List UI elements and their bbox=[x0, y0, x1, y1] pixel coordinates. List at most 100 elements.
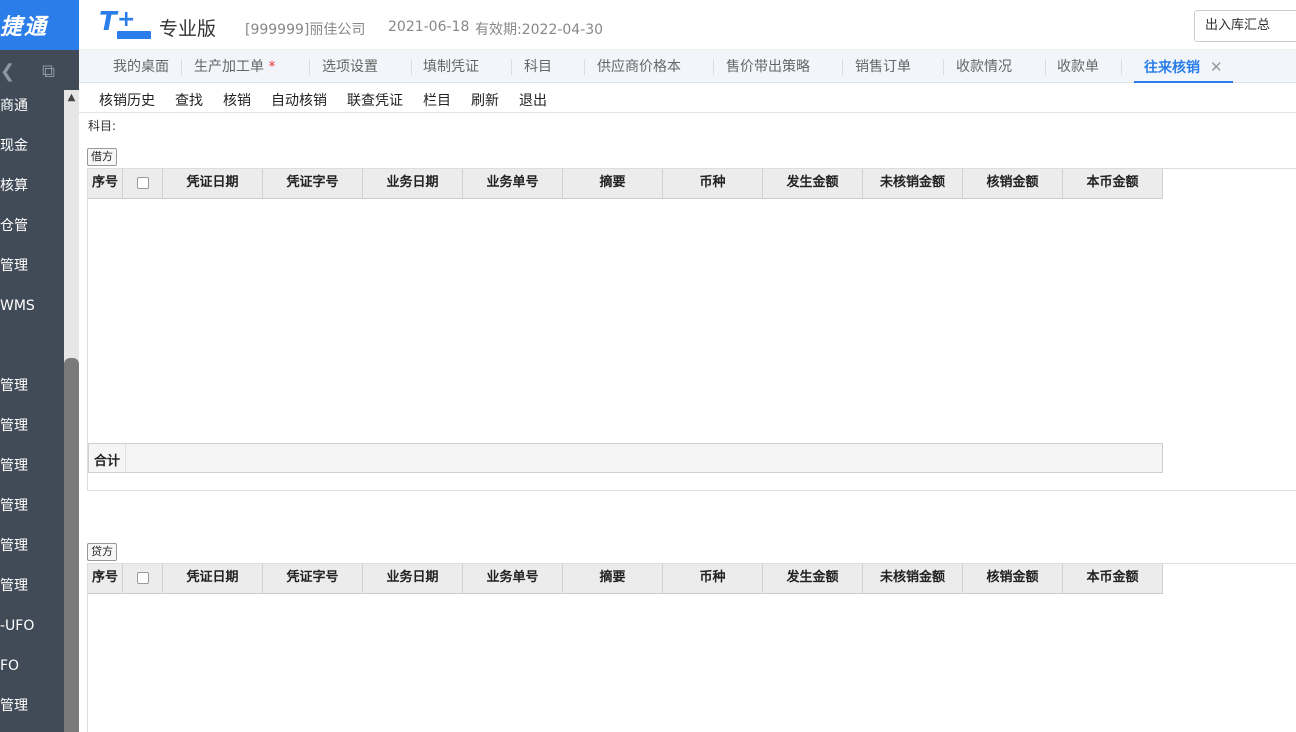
sidebar-item[interactable]: 仓管 bbox=[0, 206, 64, 246]
tab-receipt-status[interactable]: 收款情况 bbox=[956, 50, 1012, 83]
total-label: 合计 bbox=[94, 454, 121, 469]
scroll-up-icon[interactable]: ▲ bbox=[64, 90, 79, 106]
debit-grid-header: 序号 凭证日期 凭证字号 业务日期 业务单号 摘要 币种 发生金额 未核销金额 … bbox=[88, 169, 1163, 199]
sidebar-item[interactable]: 管理 bbox=[0, 686, 64, 726]
tab-my-desktop[interactable]: 我的桌面 bbox=[113, 50, 169, 83]
tab-voucher[interactable]: 填制凭证 bbox=[423, 50, 479, 83]
tab-divider bbox=[842, 59, 843, 75]
sidebar-scrollbar[interactable]: ▲ bbox=[64, 90, 79, 732]
credit-grid: 序号 凭证日期 凭证字号 业务日期 业务单号 摘要 币种 发生金额 未核销金额 … bbox=[87, 563, 1296, 732]
refresh-button[interactable]: 刷新 bbox=[471, 90, 499, 110]
col-local-amount: 本币金额 bbox=[1063, 169, 1163, 199]
col-currency: 币种 bbox=[663, 564, 763, 594]
sidebar: ❮ ⧉ 商通 现金 核算 仓管 管理 WMS 管理 管理 管理 管理 管理 管理… bbox=[0, 50, 79, 732]
brand-text: 捷通 bbox=[0, 15, 49, 40]
col-local-amount: 本币金额 bbox=[1063, 564, 1163, 594]
col-unreconciled: 未核销金额 bbox=[863, 169, 963, 199]
col-amount: 发生金额 bbox=[763, 169, 863, 199]
sidebar-item[interactable]: 现金 bbox=[0, 126, 64, 166]
tab-label: 收款单 bbox=[1057, 59, 1099, 75]
sidebar-menu: 商通 现金 核算 仓管 管理 WMS 管理 管理 管理 管理 管理 管理 -UF… bbox=[0, 86, 64, 726]
col-summary: 摘要 bbox=[563, 564, 663, 594]
tab-supplier-price[interactable]: 供应商价格本 bbox=[597, 50, 681, 83]
col-biz-no: 业务单号 bbox=[463, 169, 563, 199]
brand-logo: 捷通 bbox=[0, 0, 79, 50]
scrollbar-thumb[interactable] bbox=[64, 358, 79, 732]
debit-tag: 借方 bbox=[87, 148, 117, 166]
tab-label: 我的桌面 bbox=[113, 59, 169, 75]
sidebar-item[interactable] bbox=[0, 326, 64, 366]
select-all-checkbox[interactable] bbox=[136, 176, 149, 189]
credit-tag: 贷方 bbox=[87, 543, 117, 561]
col-summary: 摘要 bbox=[563, 169, 663, 199]
tab-label: 供应商价格本 bbox=[597, 59, 681, 75]
sidebar-item[interactable]: 管理 bbox=[0, 486, 64, 526]
edition-label: 专业版 bbox=[159, 18, 217, 40]
new-window-icon[interactable]: ⧉ bbox=[42, 61, 55, 82]
tab-receipt[interactable]: 收款单 bbox=[1057, 50, 1099, 83]
col-reconciled: 核销金额 bbox=[963, 564, 1063, 594]
sidebar-item[interactable]: 核算 bbox=[0, 166, 64, 206]
tab-label: 填制凭证 bbox=[423, 59, 479, 75]
tab-reconciliation[interactable]: 往来核销 ✕ bbox=[1134, 50, 1233, 83]
tab-divider bbox=[943, 59, 944, 75]
columns-button[interactable]: 栏目 bbox=[423, 90, 451, 110]
col-select bbox=[123, 169, 163, 199]
exit-button[interactable]: 退出 bbox=[519, 90, 547, 110]
tab-divider bbox=[181, 59, 182, 75]
col-voucher-date: 凭证日期 bbox=[163, 169, 263, 199]
tab-divider bbox=[713, 59, 714, 75]
tab-bar: 我的桌面 生产加工单 * 选项设置 填制凭证 科目 供应商价格本 售价带出策略 … bbox=[79, 50, 1296, 83]
search-input[interactable]: 出入库汇总 bbox=[1194, 10, 1296, 42]
sidebar-item[interactable]: 管理 bbox=[0, 406, 64, 446]
sidebar-item[interactable]: -UFO bbox=[0, 606, 64, 646]
col-biz-date: 业务日期 bbox=[363, 169, 463, 199]
tab-subject[interactable]: 科目 bbox=[524, 50, 552, 83]
tab-label: 选项设置 bbox=[322, 59, 378, 75]
col-seq: 序号 bbox=[88, 564, 123, 594]
debit-grid: 序号 凭证日期 凭证字号 业务日期 业务单号 摘要 币种 发生金额 未核销金额 … bbox=[87, 168, 1296, 490]
tab-divider bbox=[584, 59, 585, 75]
sidebar-item[interactable]: WMS bbox=[0, 286, 64, 326]
tab-sales-order[interactable]: 销售订单 bbox=[855, 50, 911, 83]
tab-label: 科目 bbox=[524, 59, 552, 75]
login-date: 2021-06-18 bbox=[388, 19, 470, 35]
close-icon[interactable]: ✕ bbox=[1210, 58, 1223, 76]
tab-divider bbox=[511, 59, 512, 75]
tab-label: 往来核销 bbox=[1144, 60, 1200, 76]
col-unreconciled: 未核销金额 bbox=[863, 564, 963, 594]
tplus-logo-icon: T + bbox=[99, 7, 151, 39]
top-header: T + 专业版 [999999]丽佳公司 2021-06-18 有效期:2022… bbox=[79, 0, 1296, 50]
reconcile-button[interactable]: 核销 bbox=[223, 90, 251, 110]
reconcile-history-button[interactable]: 核销历史 bbox=[99, 90, 155, 110]
col-biz-date: 业务日期 bbox=[363, 564, 463, 594]
sidebar-item[interactable]: 管理 bbox=[0, 366, 64, 406]
linked-voucher-button[interactable]: 联查凭证 bbox=[347, 90, 403, 110]
col-voucher-date: 凭证日期 bbox=[163, 564, 263, 594]
collapse-icon[interactable]: ❮ bbox=[0, 61, 15, 82]
tab-price-strategy[interactable]: 售价带出策略 bbox=[726, 50, 810, 83]
sidebar-item[interactable]: FO bbox=[0, 646, 64, 686]
col-currency: 币种 bbox=[663, 169, 763, 199]
total-divider bbox=[125, 444, 126, 472]
col-amount: 发生金额 bbox=[763, 564, 863, 594]
tab-options[interactable]: 选项设置 bbox=[322, 50, 378, 83]
sidebar-item[interactable]: 商通 bbox=[0, 86, 64, 126]
modified-mark: * bbox=[268, 59, 276, 75]
auto-reconcile-button[interactable]: 自动核销 bbox=[271, 90, 327, 110]
select-all-checkbox[interactable] bbox=[136, 571, 149, 584]
sidebar-item[interactable]: 管理 bbox=[0, 566, 64, 606]
debit-total-row: 合计 bbox=[88, 443, 1163, 473]
sidebar-item[interactable]: 管理 bbox=[0, 446, 64, 486]
find-button[interactable]: 查找 bbox=[175, 90, 203, 110]
tab-label: 生产加工单 bbox=[194, 59, 264, 75]
sidebar-item[interactable]: 管理 bbox=[0, 526, 64, 566]
tab-divider bbox=[411, 59, 412, 75]
tab-label: 售价带出策略 bbox=[726, 59, 810, 75]
tab-production[interactable]: 生产加工单 * bbox=[194, 50, 275, 83]
debit-grid-bottom bbox=[87, 490, 1296, 491]
tab-label: 收款情况 bbox=[956, 59, 1012, 75]
sidebar-item[interactable]: 管理 bbox=[0, 246, 64, 286]
col-voucher-no: 凭证字号 bbox=[263, 169, 363, 199]
tab-label: 销售订单 bbox=[855, 59, 911, 75]
